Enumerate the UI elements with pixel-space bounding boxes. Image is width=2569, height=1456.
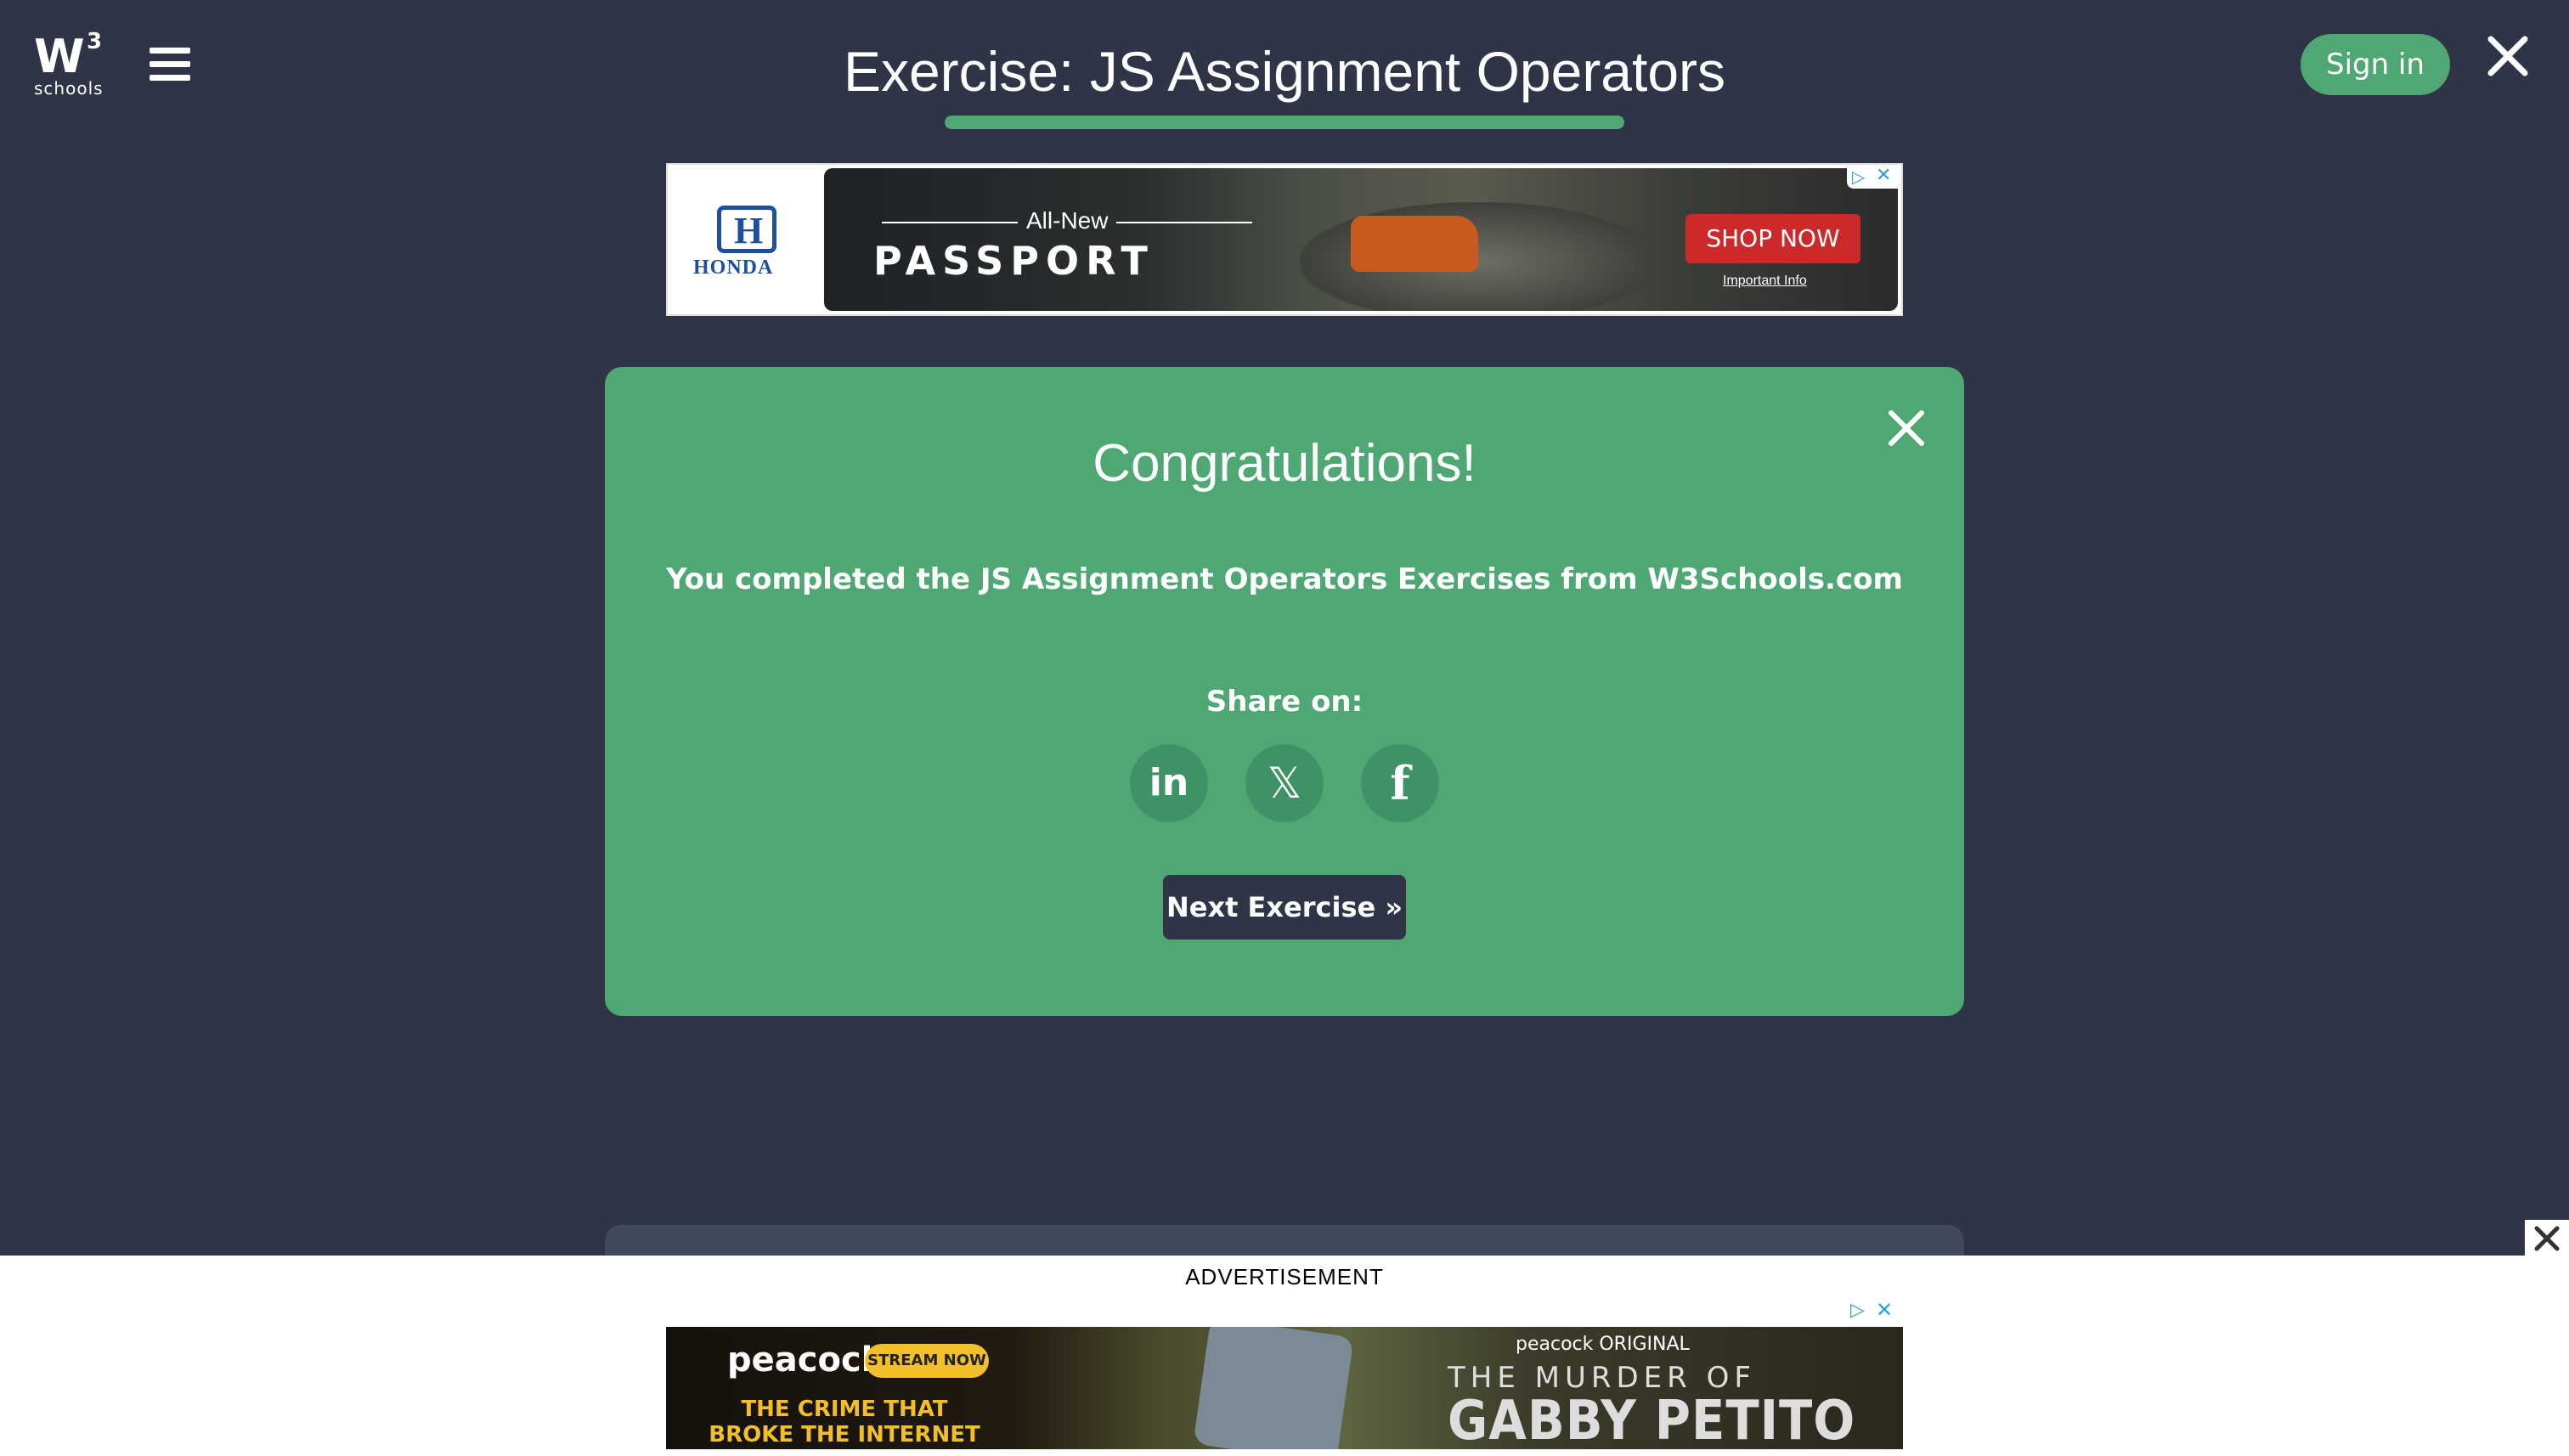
share-label: Share on:	[1205, 685, 1364, 719]
ad-banner-bottom: ADVERTISEMENT peacock STREAM NOW THE CRI…	[0, 1220, 2569, 1456]
congratulations-panel: Congratulations! You completed the JS As…	[605, 367, 1964, 1016]
facebook-icon[interactable]: f	[1361, 744, 1439, 822]
x-icon[interactable]: 𝕏	[1245, 744, 1324, 822]
ad-tagline: THE CRIME THAT BROKE THE INTERNET	[709, 1397, 980, 1448]
ad-product: PASSPORT	[873, 238, 1155, 284]
close-icon[interactable]	[2525, 1220, 2569, 1259]
congratulations-title: Congratulations!	[1093, 434, 1476, 493]
ad-photo	[1193, 1327, 1354, 1449]
ad-title-line2: GABBY PETITO	[1448, 1390, 1856, 1449]
peacock-original-label: peacock ORIGINAL	[1516, 1334, 1690, 1355]
important-info-link[interactable]: Important Info	[1723, 274, 1807, 289]
peacock-logo: peacock	[727, 1340, 884, 1380]
stream-now-badge: STREAM NOW	[865, 1344, 989, 1378]
ad-tagline: All-New	[873, 207, 1261, 234]
honda-logo: H HONDA	[668, 165, 821, 314]
sign-in-button[interactable]: Sign in	[2301, 34, 2450, 95]
advertisement-label: ADVERTISEMENT	[1185, 1264, 1384, 1290]
linkedin-icon[interactable]: in	[1130, 744, 1208, 822]
next-exercise-button[interactable]: Next Exercise »	[1163, 875, 1406, 940]
title-underline	[945, 116, 1624, 129]
adchoices-icon[interactable]: ▷ ✕	[1847, 1300, 1898, 1323]
page-title: Exercise: JS Assignment Operators	[843, 40, 1726, 103]
adchoices-icon[interactable]: ▷ ✕	[1847, 165, 1898, 189]
peacock-ad[interactable]: peacock STREAM NOW THE CRIME THAT BROKE …	[666, 1327, 1903, 1449]
close-icon[interactable]	[2484, 32, 2532, 80]
completion-message: You completed the JS Assignment Operator…	[666, 562, 1903, 596]
shop-now-button[interactable]: SHOP NOW	[1685, 214, 1860, 263]
